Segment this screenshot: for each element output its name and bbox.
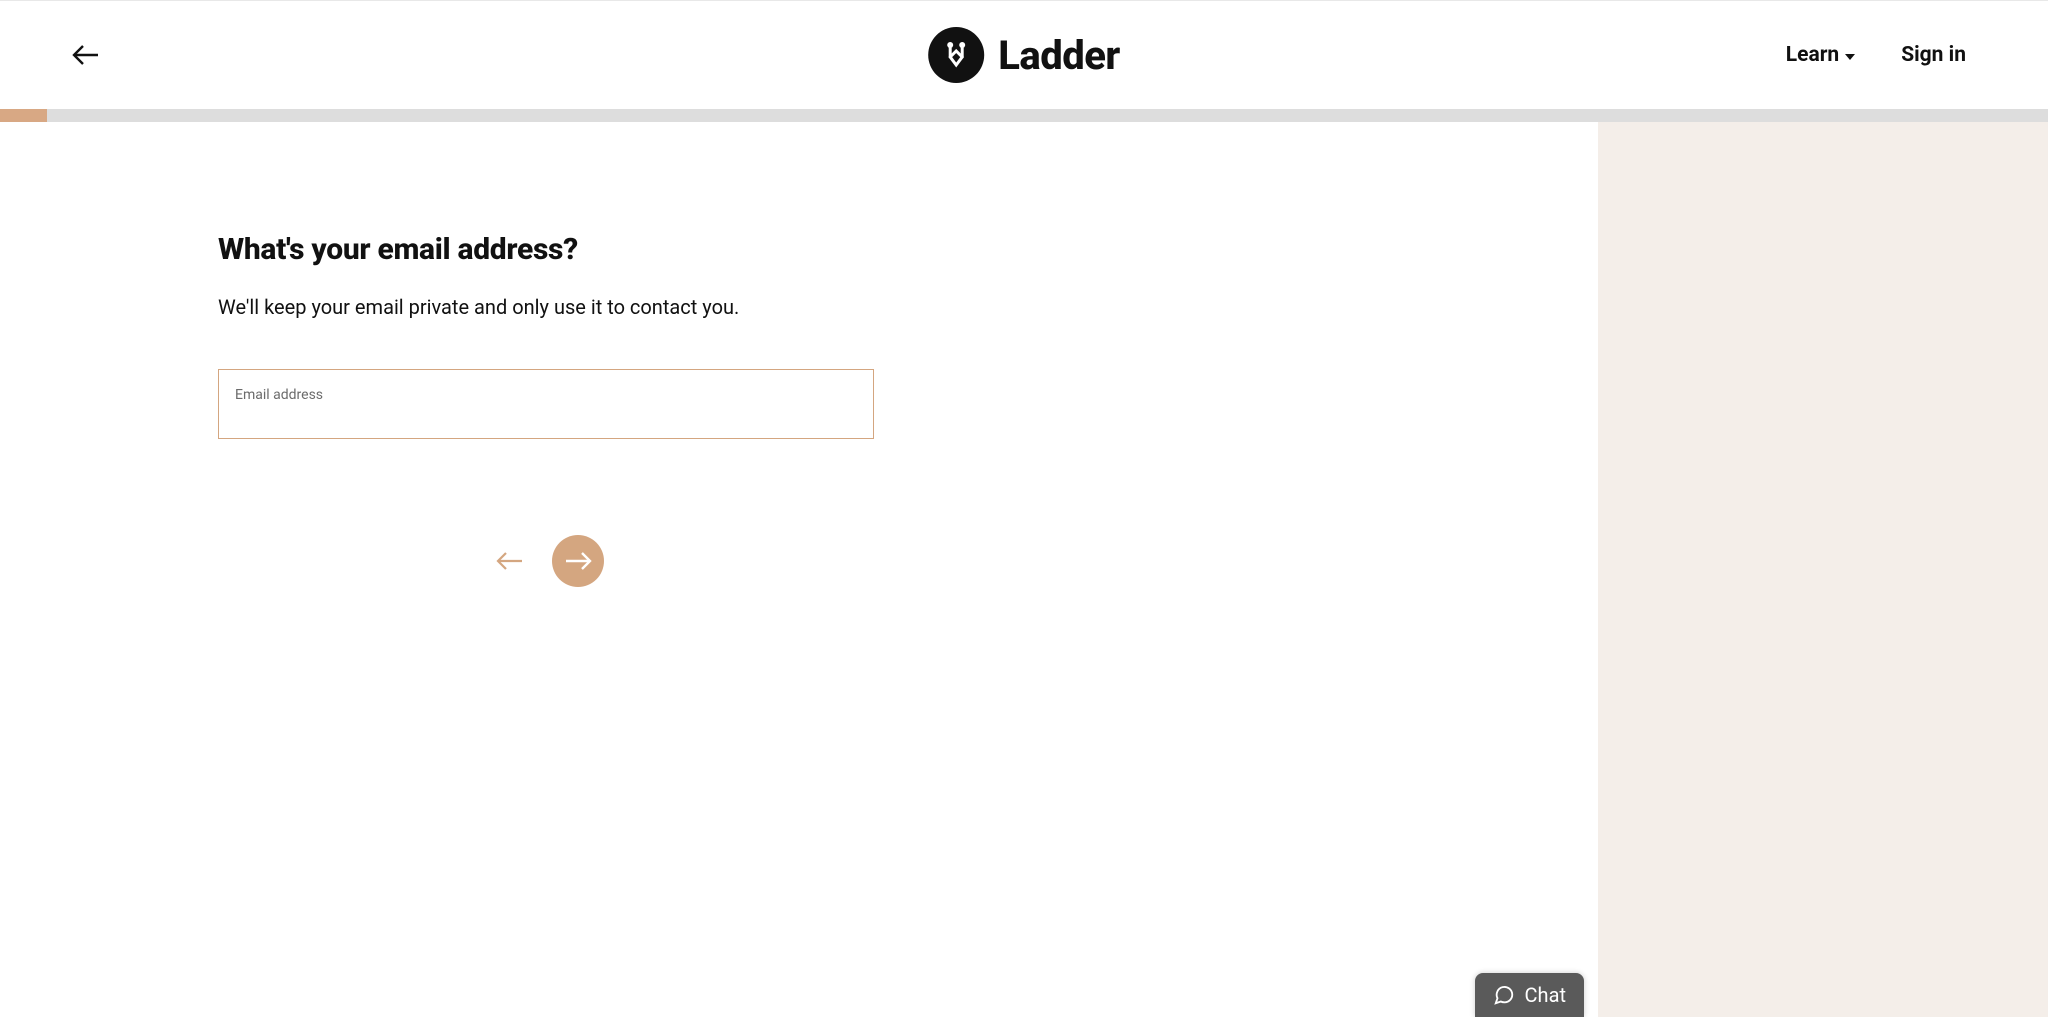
- question-subtext: We'll keep your email private and only u…: [218, 295, 1598, 319]
- back-button[interactable]: [72, 43, 100, 67]
- email-field-wrap[interactable]: Email address: [218, 369, 874, 439]
- signin-label: Sign in: [1901, 43, 1966, 67]
- progress-fill: [0, 109, 47, 122]
- header: Ladder Learn Sign in: [0, 1, 2048, 109]
- previous-button[interactable]: [494, 545, 526, 577]
- question-heading: What's your email address?: [218, 232, 1598, 267]
- brand-name: Ladder: [998, 32, 1120, 79]
- chat-icon: [1493, 984, 1515, 1006]
- email-field-label: Email address: [235, 387, 857, 403]
- signin-link[interactable]: Sign in: [1901, 43, 1966, 67]
- side-panel: [1598, 122, 2048, 1017]
- brand-logo-link[interactable]: Ladder: [928, 27, 1120, 83]
- chat-widget[interactable]: Chat: [1475, 973, 1584, 1017]
- main-content: What's your email address? We'll keep yo…: [0, 122, 1598, 1017]
- arrow-left-icon: [496, 551, 524, 571]
- email-input[interactable]: [235, 405, 857, 426]
- next-button[interactable]: [552, 535, 604, 587]
- header-nav: Learn Sign in: [1786, 43, 1966, 67]
- arrow-right-icon: [564, 551, 592, 571]
- nav-controls: [494, 535, 1598, 587]
- ladder-logo-icon: [928, 27, 984, 83]
- learn-dropdown[interactable]: Learn: [1786, 43, 1855, 67]
- arrow-left-icon: [72, 43, 100, 67]
- progress-bar: [0, 109, 2048, 122]
- body: What's your email address? We'll keep yo…: [0, 122, 2048, 1017]
- caret-down-icon: [1845, 54, 1855, 60]
- chat-label: Chat: [1525, 983, 1566, 1007]
- learn-label: Learn: [1786, 43, 1839, 67]
